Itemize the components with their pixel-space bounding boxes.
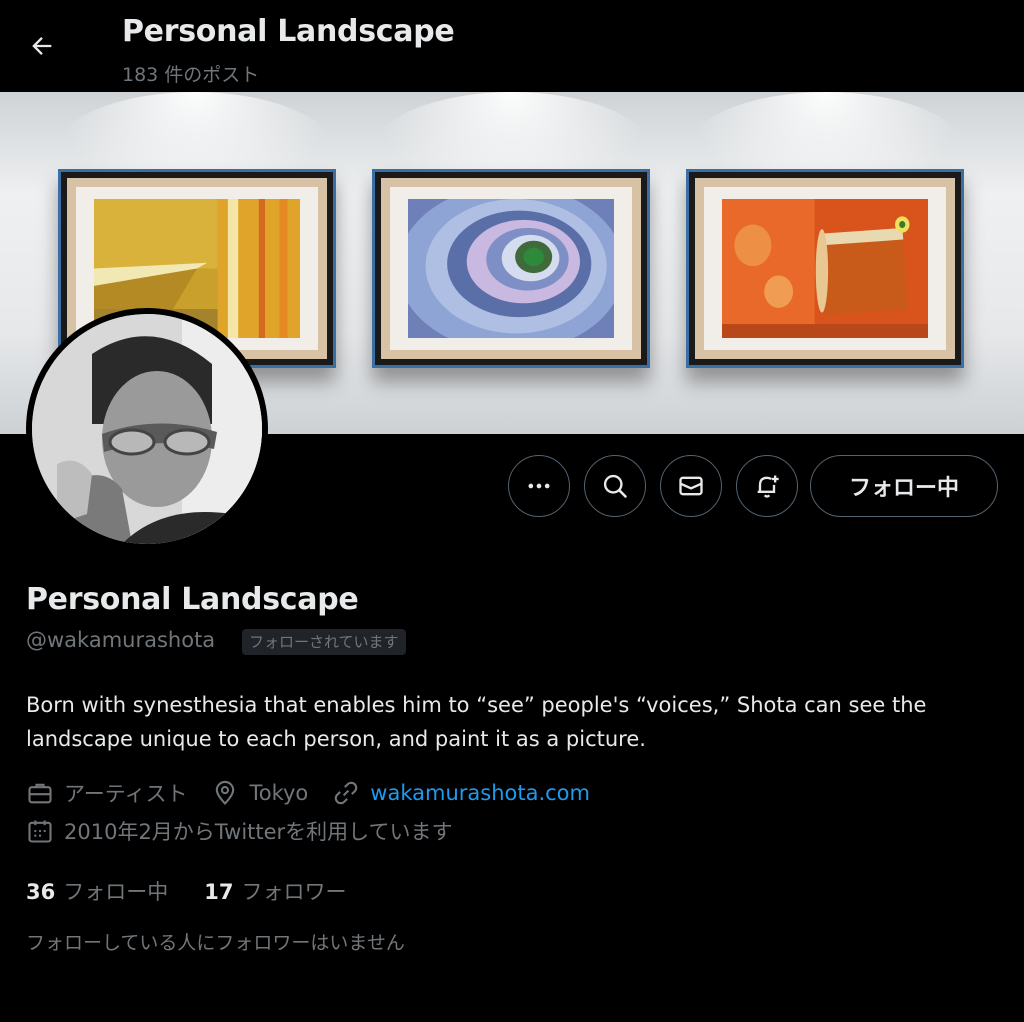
following-label: フォロー中 [63, 880, 169, 904]
followers-stat[interactable]: 17 フォロワー [204, 876, 346, 906]
painting-orange [722, 199, 928, 338]
message-button[interactable] [660, 455, 722, 517]
following-count: 36 [26, 880, 56, 904]
painting-swirl [397, 185, 625, 352]
profession-item: アーティスト [26, 778, 187, 808]
profile-bio: Born with synesthesia that enables him t… [26, 693, 927, 751]
follows-you-badge: フォローされています [242, 629, 406, 655]
join-date-text: 2010年2月からTwitterを利用しています [64, 820, 453, 844]
profile-meta: アーティスト Tokyo wakamurashota.com [26, 778, 614, 808]
website-item[interactable]: wakamurashota.com [332, 779, 590, 807]
more-dots-icon [528, 483, 550, 489]
search-posts-button[interactable] [584, 455, 646, 517]
follow-stats: 36 フォロー中 17 フォロワー [26, 876, 382, 906]
bell-plus-icon [757, 475, 779, 498]
calendar-icon [28, 820, 52, 843]
profession-text: アーティスト [64, 782, 188, 806]
avatar[interactable] [26, 308, 268, 550]
website-link[interactable]: wakamurashota.com [370, 781, 590, 805]
join-date-item: 2010年2月からTwitterを利用しています [26, 816, 453, 846]
search-icon [603, 474, 627, 498]
arrow-left-icon [32, 37, 52, 55]
following-stat[interactable]: 36 フォロー中 [26, 876, 168, 906]
painting-frame [372, 169, 650, 368]
followers-label: フォロワー [241, 880, 347, 904]
post-count: 183 件のポスト [122, 64, 260, 86]
location-pin-icon [216, 780, 235, 805]
more-options-button[interactable] [508, 455, 570, 517]
location-item: Tokyo [211, 779, 308, 807]
user-handle: @wakamurashota [26, 628, 216, 652]
mail-icon [679, 476, 703, 496]
briefcase-icon [28, 783, 52, 804]
profile-header: Personal Landscape 183 件のポスト [0, 0, 1024, 92]
notifications-button[interactable] [736, 455, 798, 517]
avatar-photo [32, 314, 262, 544]
mutual-followers-note: フォローしている人にフォロワーはいません [26, 932, 405, 954]
header-title: Personal Landscape [122, 14, 455, 49]
following-button[interactable]: フォロー中 [810, 455, 998, 517]
display-name: Personal Landscape [26, 582, 359, 617]
painting-frame [686, 169, 964, 368]
join-date-row: 2010年2月からTwitterを利用しています [26, 816, 477, 846]
location-text: Tokyo [249, 781, 309, 805]
followers-count: 17 [204, 880, 234, 904]
back-button[interactable] [22, 26, 62, 66]
link-icon [335, 781, 358, 805]
